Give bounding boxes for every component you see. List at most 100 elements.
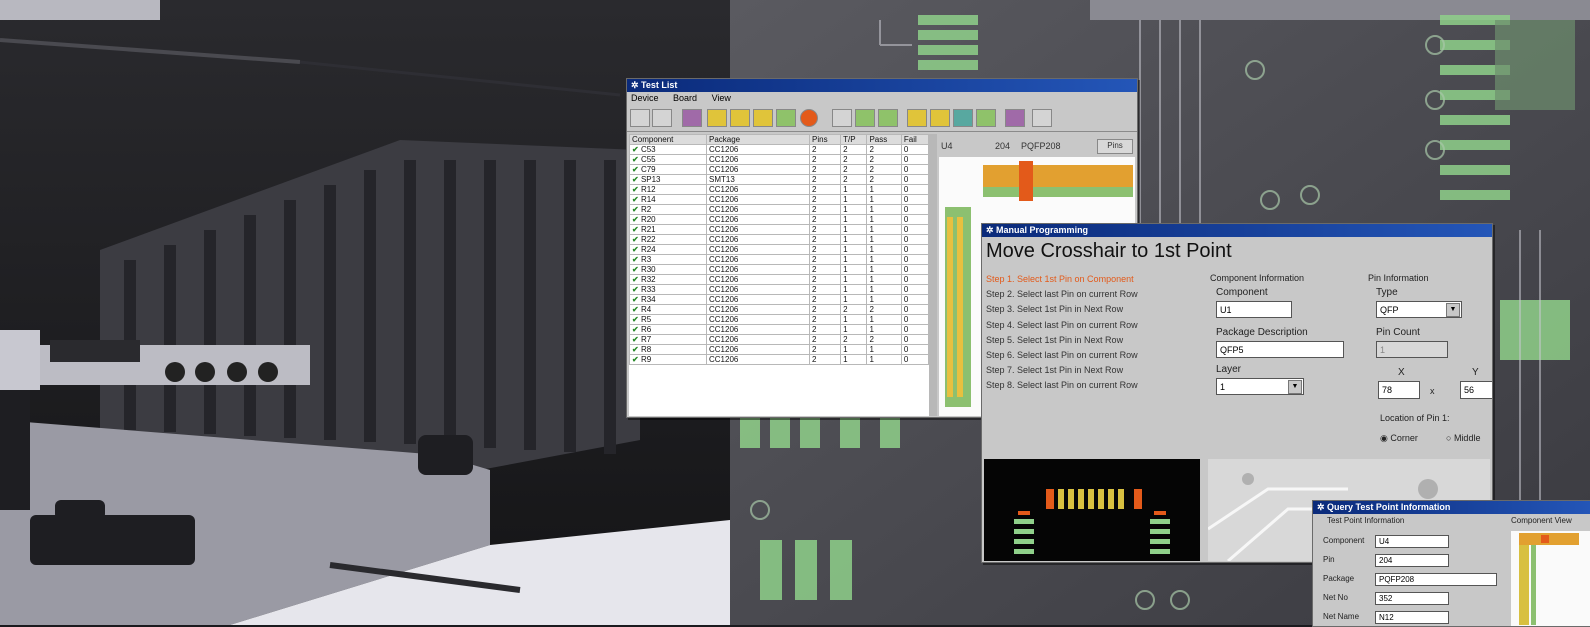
- pins-button[interactable]: Pins: [1097, 139, 1133, 154]
- package-label: Package Description: [1216, 327, 1308, 338]
- table-row[interactable]: ✔ R3 CC1206 2 1 1 0: [629, 254, 929, 265]
- query-field-value[interactable]: N12: [1375, 611, 1449, 624]
- table-row[interactable]: ✔ R8 CC1206 2 1 1 0: [629, 344, 929, 355]
- table-row[interactable]: ✔ R32 CC1206 2 1 1 0: [629, 274, 929, 285]
- component-ref: C53: [640, 145, 656, 154]
- test-icon[interactable]: [753, 109, 773, 127]
- check-icon: ✔: [632, 205, 641, 214]
- table-cell: 2: [808, 234, 842, 245]
- table-cell: 1: [840, 254, 868, 265]
- table-row[interactable]: ✔ R6 CC1206 2 1 1 0: [629, 324, 929, 335]
- table-row[interactable]: ✔ R9 CC1206 2 1 1 0: [629, 354, 929, 365]
- table-row[interactable]: ✔ R4 CC1206 2 2 2 0: [629, 304, 929, 315]
- test-list-menubar: Device Board View: [627, 92, 1137, 105]
- flag-icon[interactable]: [855, 109, 875, 127]
- probe-icon[interactable]: [730, 109, 750, 127]
- table-cell: CC1206: [706, 164, 810, 175]
- menu-board[interactable]: Board: [673, 93, 697, 103]
- query-field-value[interactable]: 352: [1375, 592, 1449, 605]
- table-row[interactable]: ✔ R14 CC1206 2 1 1 0: [629, 194, 929, 205]
- table-cell: 0: [900, 184, 929, 195]
- table-row[interactable]: ✔ R2 CC1206 2 1 1 0: [629, 204, 929, 215]
- table-cell: 2: [840, 154, 868, 165]
- layer-dropdown[interactable]: 1: [1216, 378, 1304, 395]
- corner-radio[interactable]: ◉ Corner: [1380, 433, 1418, 444]
- step-3: Step 3. Select 1st Pin in Next Row: [986, 304, 1124, 315]
- refresh-icon[interactable]: [776, 109, 796, 127]
- vertical-scrollbar[interactable]: [929, 134, 937, 416]
- print-icon[interactable]: [682, 109, 702, 127]
- menu-view[interactable]: View: [712, 93, 731, 103]
- table-cell: CC1206: [706, 224, 810, 235]
- chart-icon[interactable]: [1032, 109, 1052, 127]
- pin-icon[interactable]: [907, 109, 927, 127]
- component-info-section: Component Information: [1210, 273, 1305, 283]
- table-row[interactable]: ✔ R5 CC1206 2 1 1 0: [629, 314, 929, 325]
- table-cell: 1: [866, 284, 902, 295]
- grid-icon[interactable]: [976, 109, 996, 127]
- back-icon[interactable]: [630, 109, 650, 127]
- table-cell: 2: [808, 224, 842, 235]
- table-cell: 1: [840, 194, 868, 205]
- table-row[interactable]: ✔ R24 CC1206 2 1 1 0: [629, 244, 929, 255]
- table-cell: 1: [840, 284, 868, 295]
- info-component: U4: [941, 141, 953, 151]
- component-ref: R20: [640, 215, 656, 224]
- component-ref: R33: [640, 285, 656, 294]
- query-field-label: Pin: [1323, 555, 1335, 564]
- forward-icon[interactable]: [652, 109, 672, 127]
- x-field[interactable]: 78: [1378, 381, 1420, 399]
- col-component[interactable]: Component: [629, 134, 707, 145]
- col-tp[interactable]: T/P: [840, 134, 868, 145]
- query-field-value[interactable]: 204: [1375, 554, 1449, 567]
- stop-icon[interactable]: [800, 109, 818, 127]
- table-cell: ✔ R21: [629, 224, 707, 235]
- table-cell: 1: [866, 294, 902, 305]
- component-ref: R7: [640, 335, 652, 344]
- pin-type-dropdown[interactable]: QFP: [1376, 301, 1462, 318]
- package-field[interactable]: QFP5: [1216, 341, 1344, 358]
- query-field-value[interactable]: PQFP208: [1375, 573, 1497, 586]
- table-row[interactable]: ✔ R33 CC1206 2 1 1 0: [629, 284, 929, 295]
- pointer-icon[interactable]: [832, 109, 852, 127]
- table-row[interactable]: ✔ R20 CC1206 2 1 1 0: [629, 214, 929, 225]
- table-row[interactable]: ✔ R34 CC1206 2 1 1 0: [629, 294, 929, 305]
- camera-icon[interactable]: [1005, 109, 1025, 127]
- col-pins[interactable]: Pins: [808, 134, 842, 145]
- menu-device[interactable]: Device: [631, 93, 659, 103]
- flag-2-icon[interactable]: [878, 109, 898, 127]
- table-cell: 1: [866, 254, 902, 265]
- col-pass[interactable]: Pass: [866, 134, 902, 145]
- table-row[interactable]: ✔ R30 CC1206 2 1 1 0: [629, 264, 929, 275]
- table-cell: 1: [866, 204, 902, 215]
- query-field-label: Component: [1323, 536, 1365, 545]
- table-cell: 2: [808, 174, 842, 185]
- table-row[interactable]: ✔ R21 CC1206 2 1 1 0: [629, 224, 929, 235]
- component-icon[interactable]: [930, 109, 950, 127]
- pin-count-field[interactable]: 1: [1376, 341, 1448, 358]
- table-cell: 2: [866, 334, 902, 345]
- table-row[interactable]: ✔ C79 CC1206 2 2 2 0: [629, 164, 929, 175]
- col-package[interactable]: Package: [706, 134, 810, 145]
- query-field-value[interactable]: U4: [1375, 535, 1449, 548]
- table-row[interactable]: ✔ SP13 SMT13 2 2 2 0: [629, 174, 929, 185]
- light-icon[interactable]: [707, 109, 727, 127]
- table-row[interactable]: ✔ R12 CC1206 2 1 1 0: [629, 184, 929, 195]
- board-icon[interactable]: [953, 109, 973, 127]
- step-2: Step 2. Select last Pin on current Row: [986, 289, 1138, 300]
- table-cell: 1: [866, 274, 902, 285]
- manual-programming-title: Manual Programming: [996, 225, 1089, 235]
- table-row[interactable]: ✔ R22 CC1206 2 1 1 0: [629, 234, 929, 245]
- table-cell: ✔ R2: [629, 204, 707, 215]
- query-titlebar[interactable]: ✲ Query Test Point Information: [1313, 501, 1590, 514]
- table-row[interactable]: ✔ R7 CC1206 2 2 2 0: [629, 334, 929, 345]
- middle-radio[interactable]: ○ Middle: [1446, 433, 1480, 443]
- manual-programming-titlebar[interactable]: ✲ Manual Programming: [982, 224, 1492, 237]
- test-list-titlebar[interactable]: ✲ Test List: [627, 79, 1137, 92]
- y-field[interactable]: 56: [1460, 381, 1492, 399]
- component-field[interactable]: U1: [1216, 301, 1292, 318]
- col-fail[interactable]: Fail: [900, 134, 929, 145]
- table-row[interactable]: ✔ C53 CC1206 2 2 2 0: [629, 144, 929, 155]
- table-row[interactable]: ✔ C55 CC1206 2 2 2 0: [629, 154, 929, 165]
- info-pins: 204: [995, 141, 1011, 151]
